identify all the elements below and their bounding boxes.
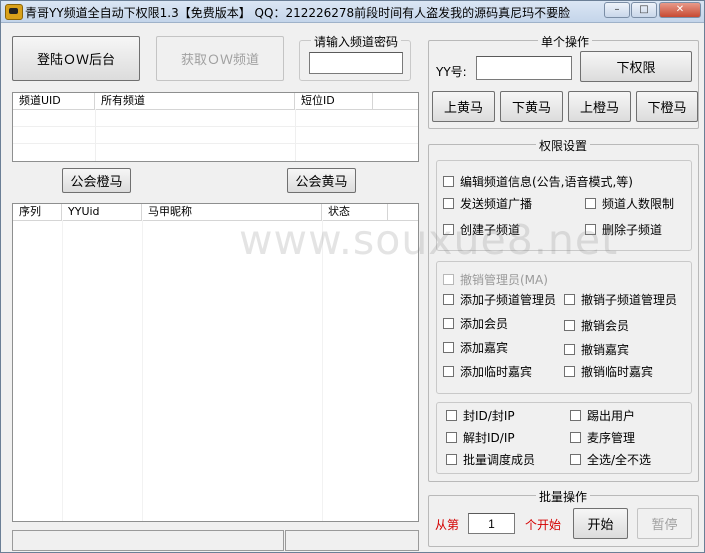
add-orange-button[interactable]: 上橙马 [568,91,631,122]
remove-permission-button[interactable]: 下权限 [580,51,692,82]
checkbox-icon [446,454,457,465]
col-yyuid[interactable]: YYUid [62,204,142,220]
checkbox-icon [446,432,457,443]
checkbox-icon [564,294,575,305]
title-bar: 青哥YY频道全自动下权限1.3【免费版本】 QQ：212226278前段时间有人… [1,1,704,23]
status-bar-right [285,530,419,551]
pause-button: 暂停 [637,508,692,539]
chk-edit-channel-info[interactable]: 编辑频道信息(公告,语音模式,等) [443,174,633,190]
col-all-channels[interactable]: 所有频道 [95,93,295,109]
chk-add-subchannel-admin[interactable]: 添加子频道管理员 [443,292,556,308]
checkbox-icon [564,320,575,331]
channel-list-header: 频道UID 所有频道 短位ID [13,93,418,110]
yy-label: YY号: [436,65,467,79]
checkbox-icon [443,318,454,329]
channel-password-input[interactable] [309,52,403,74]
chk-create-subchannel[interactable]: 创建子频道 [443,222,520,238]
start-index-input[interactable] [468,513,515,534]
chk-channel-user-limit[interactable]: 频道人数限制 [585,196,674,212]
login-ow-button[interactable]: 登陆ＯＷ后台 [12,36,140,81]
chk-kick-user[interactable]: 踢出用户 [570,408,635,424]
col-status[interactable]: 状态 [322,204,388,220]
chk-unban-id-ip[interactable]: 解封ID/IP [446,430,515,446]
app-icon [5,4,23,20]
maximize-button[interactable]: □ [631,2,657,18]
chk-ban-id-ip[interactable]: 封ID/封IP [446,408,515,424]
checkbox-icon [443,224,454,235]
password-group-title: 请输入频道密码 [311,33,402,50]
guild-orange-button[interactable]: 公会橙马 [62,168,131,193]
guild-yellow-button[interactable]: 公会黄马 [287,168,356,193]
chk-add-temp-guest[interactable]: 添加临时嘉宾 [443,364,532,380]
checkbox-icon [443,366,454,377]
checkbox-icon [443,342,454,353]
get-ow-channel-button: 获取ＯＷ频道 [156,36,284,81]
add-yellow-button[interactable]: 上黄马 [432,91,495,122]
checkbox-icon [570,410,581,421]
col-index[interactable]: 序列 [13,204,62,220]
remove-yellow-button[interactable]: 下黄马 [500,91,563,122]
channel-list[interactable]: 频道UID 所有频道 短位ID [12,92,419,162]
col-nickname[interactable]: 马甲昵称 [142,204,322,220]
permissions-title: 权限设置 [536,137,591,154]
checkbox-icon [443,294,454,305]
remove-orange-button[interactable]: 下橙马 [636,91,698,122]
chk-select-all[interactable]: 全选/全不选 [570,452,651,468]
chk-revoke-subchannel-admin[interactable]: 撤销子频道管理员 [564,292,677,308]
single-op-title: 单个操作 [538,33,593,50]
main-window: 青哥YY频道全自动下权限1.3【免费版本】 QQ：212226278前段时间有人… [0,0,705,553]
yy-number-input[interactable] [476,56,572,80]
chk-delete-subchannel[interactable]: 删除子频道 [585,222,662,238]
checkbox-icon [564,366,575,377]
checkbox-icon [443,198,454,209]
chk-revoke-guest[interactable]: 撤销嘉宾 [564,342,629,358]
checkbox-icon [585,198,596,209]
chk-add-guest[interactable]: 添加嘉宾 [443,340,508,356]
start-suffix-label: 个开始 [525,518,562,532]
member-list-header: 序列 YYUid 马甲昵称 状态 [13,204,418,221]
permissions-panel: 权限设置 编辑频道信息(公告,语音模式,等) 发送频道广播 频道人数限制 创建子… [428,137,699,482]
window-title: 青哥YY频道全自动下权限1.3【免费版本】 QQ：212226278前段时间有人… [25,6,571,20]
batch-op-panel: 批量操作 从第 个开始 开始 暂停 [428,488,699,547]
permissions-group-3: 封ID/封IP 踢出用户 解封ID/IP 麦序管理 批量调度成员 全选/全不选 [436,402,692,474]
single-op-panel: 单个操作 YY号: 下权限 上黄马 下黄马 上橙马 下橙马 [428,33,699,129]
checkbox-icon [443,176,454,187]
checkbox-icon [446,410,457,421]
checkbox-icon [564,344,575,355]
from-label: 从第 [435,518,460,532]
col-short-id[interactable]: 短位ID [295,93,373,109]
close-button[interactable]: ✕ [659,2,701,18]
chk-add-member[interactable]: 添加会员 [443,316,508,332]
chk-batch-move-members[interactable]: 批量调度成员 [446,452,535,468]
member-list[interactable]: 序列 YYUid 马甲昵称 状态 [12,203,419,522]
chk-mic-queue-manage[interactable]: 麦序管理 [570,430,635,446]
permissions-group-2: 撤销管理员(MA) 添加子频道管理员 撤销子频道管理员 添加会员 撤销会员 添加… [436,261,692,394]
status-bar-left [12,530,284,551]
password-group: 请输入频道密码 [299,33,411,81]
chk-revoke-temp-guest[interactable]: 撤销临时嘉宾 [564,364,653,380]
chk-revoke-member[interactable]: 撤销会员 [564,318,629,334]
start-button[interactable]: 开始 [573,508,628,539]
minimize-button[interactable]: – [604,2,630,18]
checkbox-icon [570,432,581,443]
checkbox-icon [443,274,454,285]
chk-revoke-admin: 撤销管理员(MA) [443,272,548,288]
chk-channel-broadcast[interactable]: 发送频道广播 [443,196,532,212]
col-channel-uid[interactable]: 频道UID [13,93,95,109]
permissions-group-1: 编辑频道信息(公告,语音模式,等) 发送频道广播 频道人数限制 创建子频道 删除… [436,160,692,251]
checkbox-icon [570,454,581,465]
batch-op-title: 批量操作 [536,488,591,505]
checkbox-icon [585,224,596,235]
